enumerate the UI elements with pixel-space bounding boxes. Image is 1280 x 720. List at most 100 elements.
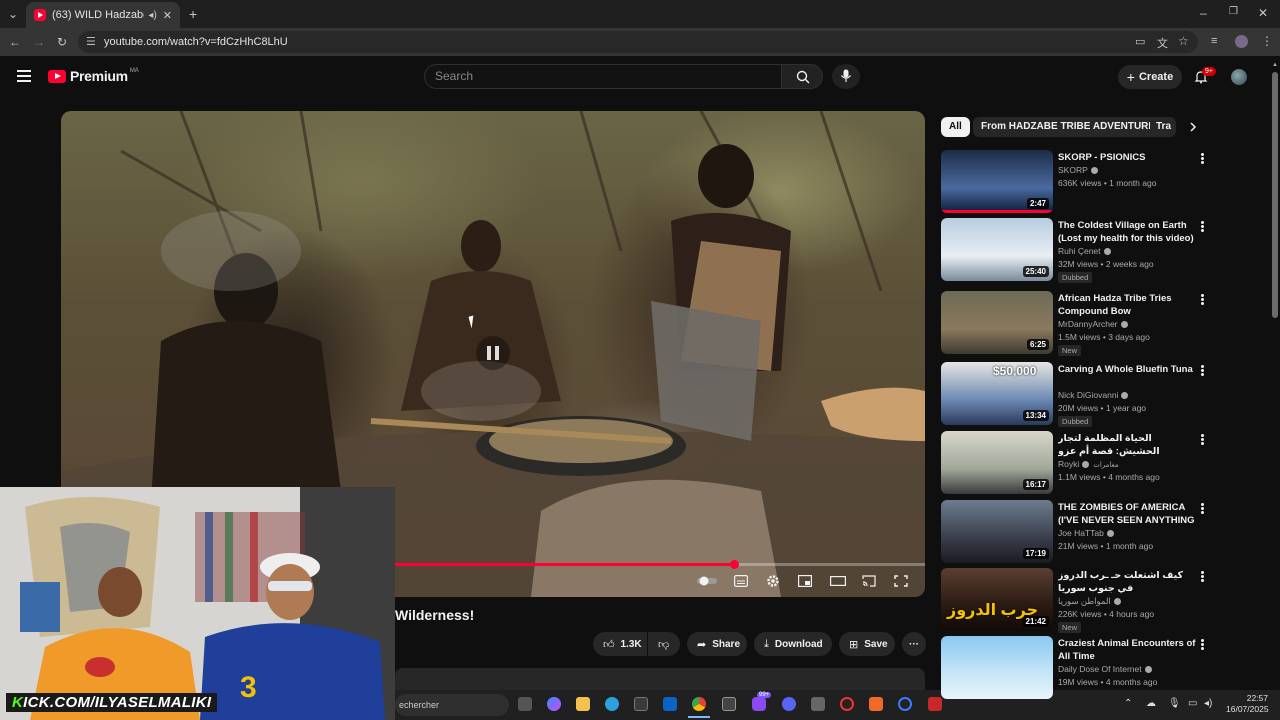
recommended-video[interactable]: 25:40 The Coldest Village on Earth (Lost … [941,218,1261,283]
forward-icon[interactable]: → [33,35,45,49]
file-explorer-icon[interactable] [576,697,590,711]
address-bar[interactable]: ☰ youtube.com/watch?v=fdCzHhC8LhU [78,31,1198,53]
video-thumbnail[interactable]: 17:19 [941,500,1053,563]
photos-icon[interactable] [722,697,736,711]
settings-gear-icon[interactable] [766,574,780,588]
browser-tab[interactable]: (63) WILD Hadzabe Hunter ◂) ✕ [26,2,180,28]
recommended-video[interactable]: حرب الدروز 21:42 كيف اشتعلت حـ ـرب الدروز … [941,568,1261,633]
tab-audio-icon[interactable]: ◂) [148,10,156,21]
video-title[interactable]: African Hadza Tribe Tries Compound Bow [1058,292,1198,318]
download-button[interactable]: ⤓ Download [754,632,832,656]
video-title[interactable]: SKORP - PSIONICS [1058,151,1198,164]
share-button[interactable]: ➦ Share [687,632,747,656]
video-progress-bar[interactable] [61,560,925,569]
recommended-video[interactable]: $50,000 13:34 Carving A Whole Bluefin Tuna… [941,362,1261,427]
autoplay-toggle-icon[interactable] [697,575,717,587]
recommended-video[interactable]: 6:25 African Hadza Tribe Tries Compound B… [941,291,1261,356]
more-options-icon[interactable] [1201,153,1205,165]
chat-app-icon[interactable] [752,697,766,711]
more-options-icon[interactable] [1201,221,1205,233]
vlc-icon[interactable] [869,697,883,711]
video-thumbnail[interactable]: 25:40 [941,218,1053,281]
create-button[interactable]: + Create [1118,65,1182,89]
browser-menu-icon[interactable]: ⋮ [1261,34,1273,48]
channel-name[interactable]: Nick DiGiovanni [1058,390,1129,400]
scrollbar-thumb[interactable] [1272,72,1278,318]
outlook-icon[interactable] [663,697,677,711]
miniplayer-icon[interactable] [798,575,812,587]
chip-from-channel[interactable]: From HADZABE TRIBE ADVENTURES [973,117,1170,137]
window-close-icon[interactable]: ✕ [1258,6,1268,20]
more-options-icon[interactable] [1201,294,1205,306]
video-title[interactable]: الحياة المظلمة لتجار الحشيش: قصة أم عزو [1058,432,1198,458]
video-title[interactable]: THE ZOMBIES OF AMERICA (I'VE NEVER SEEN … [1058,501,1198,527]
video-thumbnail[interactable]: 2:47 [941,150,1053,213]
fullscreen-icon[interactable] [894,575,908,587]
cast-page-icon[interactable]: ▭ [1135,35,1145,48]
task-view-icon[interactable] [518,697,532,711]
more-options-icon[interactable] [1201,503,1205,515]
video-title[interactable]: Carving A Whole Bluefin Tuna [1058,363,1198,376]
more-options-icon[interactable] [1201,571,1205,583]
voice-search-button[interactable] [832,64,860,89]
power-app-icon[interactable] [898,697,912,711]
channel-name[interactable]: Royki مغامرات [1058,459,1119,469]
chip-travel[interactable]: Tra [1150,117,1176,137]
chip-all[interactable]: All [941,117,970,137]
search-input[interactable]: Search [424,64,782,89]
video-title[interactable]: Craziest Animal Encounters of All Time [1058,637,1198,663]
obs-app-icon[interactable] [928,697,942,711]
cast-icon[interactable] [862,575,876,587]
recorder-icon[interactable] [840,697,854,711]
recommended-video[interactable]: 2:47 SKORP - PSIONICS SKORP 636K views • 1 … [941,150,1261,214]
account-avatar[interactable] [1231,69,1247,85]
channel-name[interactable]: MrDannyArcher [1058,319,1128,329]
channel-name[interactable]: Joe HaTTab [1058,528,1114,538]
video-title[interactable]: The Coldest Village on Earth (Lost my he… [1058,219,1198,245]
chrome-icon[interactable] [692,697,706,711]
reading-list-icon[interactable]: ≡ [1211,35,1217,47]
site-info-icon[interactable]: ☰ [86,31,96,53]
translate-icon[interactable]: 文 [1157,35,1168,51]
discord-icon[interactable] [782,697,796,711]
more-actions-button[interactable]: ··· [902,632,926,656]
subtitles-icon[interactable] [734,575,748,587]
more-options-icon[interactable] [1201,434,1205,446]
search-button[interactable] [781,64,823,89]
copilot-icon[interactable] [547,697,561,711]
more-options-icon[interactable] [1201,639,1205,651]
edge-browser-icon[interactable] [605,697,619,711]
taskbar-search-input[interactable]: echercher [395,694,509,716]
profile-avatar-icon[interactable] [1235,35,1248,48]
new-tab-icon[interactable]: + [189,6,197,22]
video-thumbnail[interactable]: حرب الدروز 21:42 [941,568,1053,631]
youtube-logo[interactable]: Premium MA [48,68,139,84]
save-button[interactable]: ⊞ Save [839,632,895,656]
dislike-button[interactable]: 👎︎ [648,632,680,656]
channel-name[interactable]: المواطن سوريا [1058,596,1121,607]
channel-name[interactable]: Daily Dose Of Internet [1058,664,1152,674]
tab-search-icon[interactable]: ⌄ [8,7,18,21]
like-button[interactable]: 👍︎ 1.3K [593,632,647,656]
theater-mode-icon[interactable] [830,575,846,587]
recommended-video[interactable]: 16:17 الحياة المظلمة لتجار الحشيش: قصة أم… [941,431,1261,495]
recommended-video[interactable]: Craziest Animal Encounters of All Time Da… [941,636,1261,700]
hamburger-menu-icon[interactable] [17,70,31,82]
video-thumbnail[interactable]: 16:17 [941,431,1053,494]
video-thumbnail[interactable] [941,636,1053,699]
scroll-up-icon[interactable]: ▲ [1272,62,1278,68]
description-box[interactable] [395,668,925,692]
back-icon[interactable]: ← [9,35,21,49]
video-thumbnail[interactable]: 6:25 [941,291,1053,354]
gamepad-icon[interactable] [811,697,825,711]
channel-name[interactable]: SKORP [1058,165,1098,175]
store-icon[interactable] [634,697,648,711]
minimize-icon[interactable]: – [1200,6,1207,20]
recommended-video[interactable]: 17:19 THE ZOMBIES OF AMERICA (I'VE NEVER … [941,500,1261,564]
video-thumbnail[interactable]: $50,000 13:34 [941,362,1053,425]
bookmark-star-icon[interactable]: ☆ [1178,34,1189,48]
channel-name[interactable]: Ruhi Çenet [1058,246,1111,256]
pause-indicator-icon[interactable] [476,336,510,370]
reload-icon[interactable]: ↻ [57,35,67,49]
video-title[interactable]: كيف اشتعلت حـ ـرب الدروز في جنوب سوريا [1058,569,1198,595]
